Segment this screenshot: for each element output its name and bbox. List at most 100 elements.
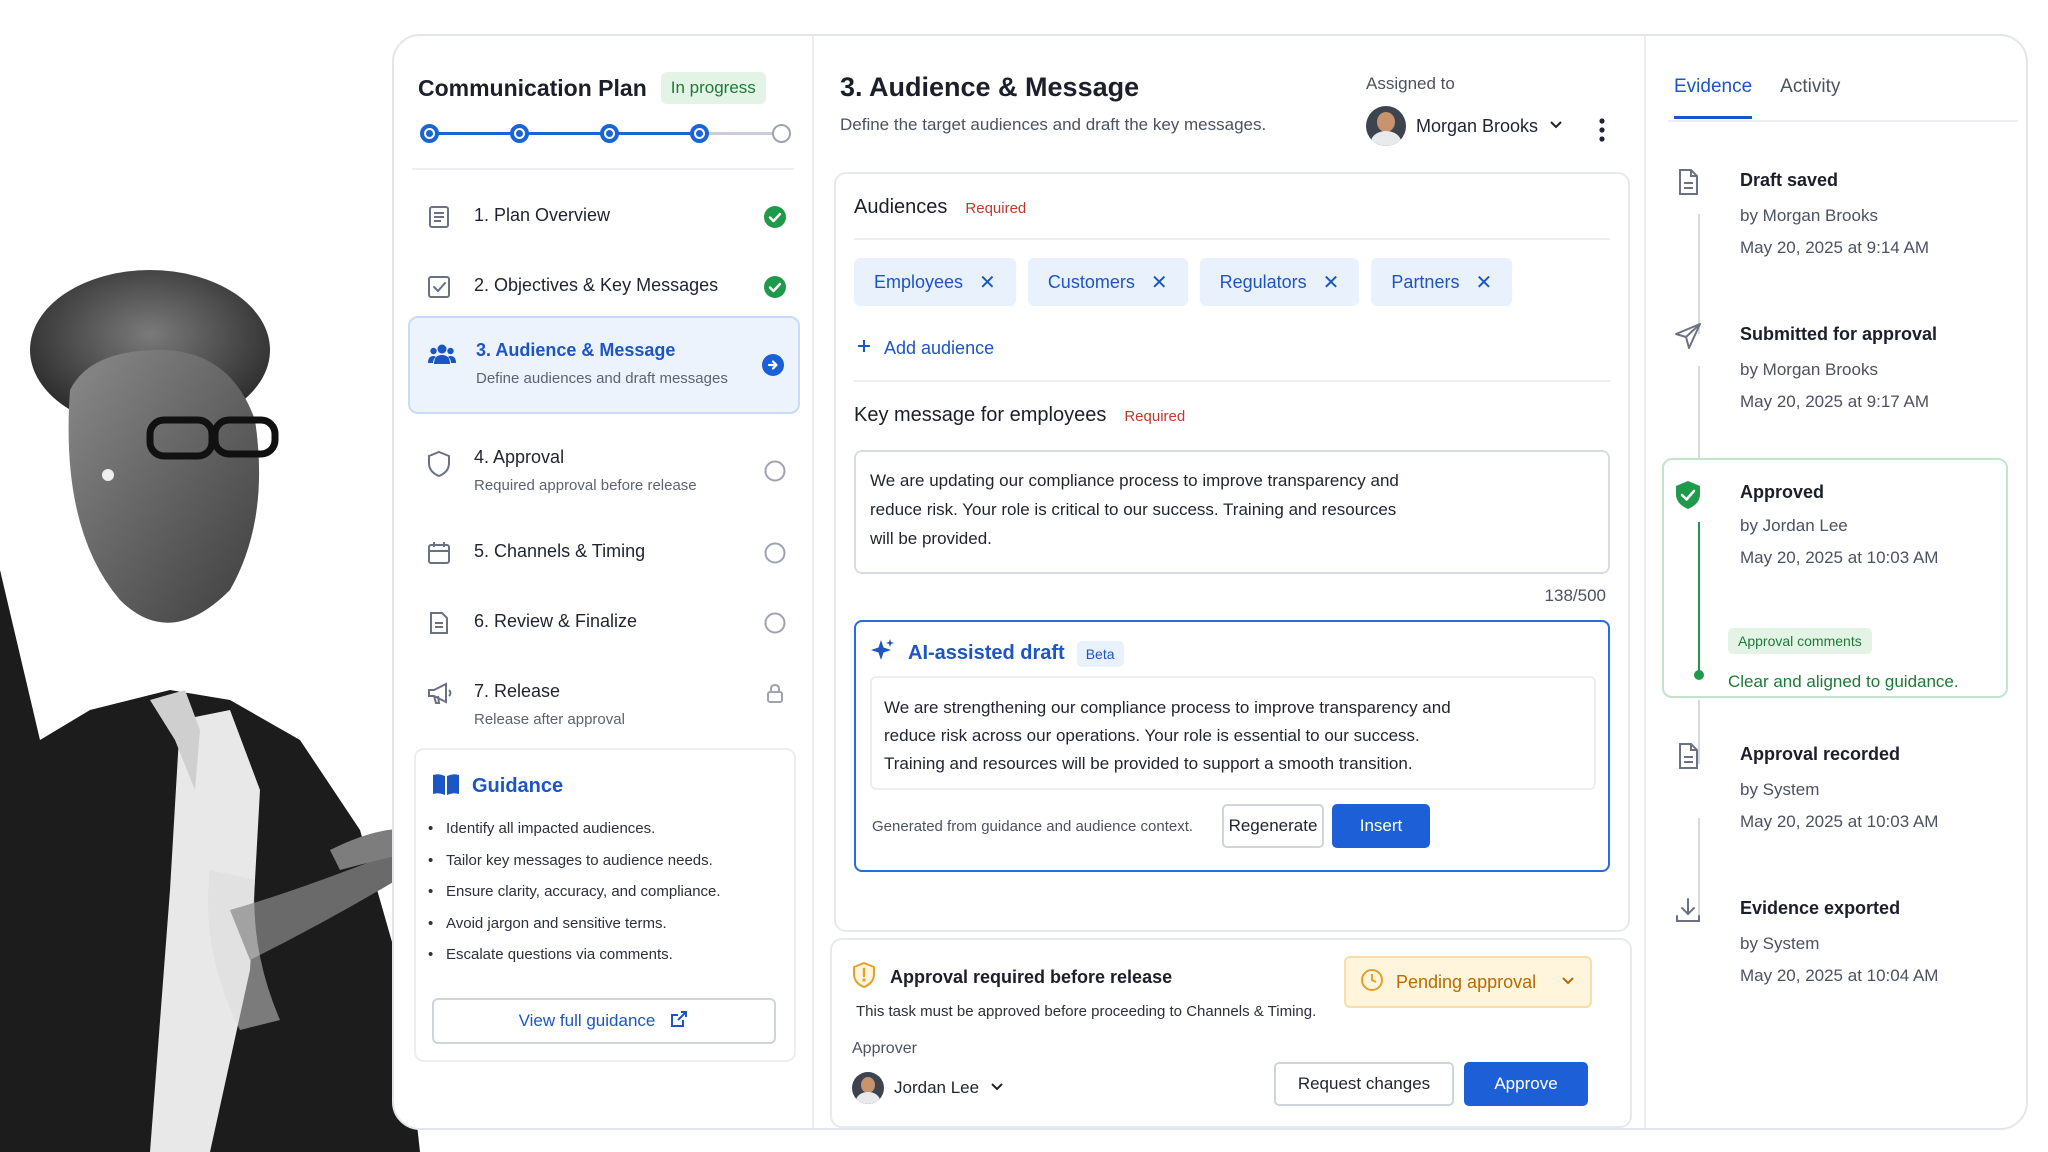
request-changes-button[interactable]: Request changes [1274, 1062, 1454, 1106]
nav-item-label: 3. Audience & Message [476, 340, 676, 360]
ai-draft-line: Training and resources will be provided … [884, 754, 1413, 773]
close-icon[interactable]: ✕ [1323, 270, 1340, 295]
nav-item-label: 5. Channels & Timing [474, 541, 646, 561]
people-icon [428, 342, 456, 368]
evidence-by: by System [1740, 780, 1820, 799]
nav-item-approval[interactable]: 4. Approval Required approval before rel… [408, 428, 800, 508]
regenerate-button[interactable]: Regenerate [1222, 804, 1324, 848]
audience-message-card: Audiences Required Employees ✕ Customers ✕… [834, 172, 1630, 932]
evidence-date: May 20, 2025 at 9:17 AM [1740, 392, 1930, 411]
evidence-panel: Evidence Activity Draft saved by Morgan … [1648, 36, 2026, 1128]
key-message-textarea[interactable]: We are updating our compliance process t… [854, 450, 1610, 574]
approver-name: Jordan Lee [894, 1078, 980, 1097]
evidence-title: Draft saved [1740, 170, 1839, 190]
evidence-by: by System [1740, 934, 1820, 953]
stepper-dot[interactable] [420, 124, 439, 143]
close-icon[interactable]: ✕ [1475, 270, 1492, 295]
document-icon [426, 610, 452, 636]
nav-item-label: 6. Review & Finalize [474, 611, 638, 631]
stage: Communication Plan In progress 1. Plan O… [0, 0, 2048, 1152]
guidance-item: Ensure clarity, accuracy, and compliance… [428, 883, 721, 915]
audience-chip[interactable]: Partners ✕ [1371, 258, 1513, 306]
evidence-date: May 20, 2025 at 10:03 AM [1740, 548, 1939, 567]
stepper-dot[interactable] [510, 124, 529, 143]
approval-status-dropdown[interactable]: Pending approval [1344, 956, 1592, 1008]
audience-chip[interactable]: Regulators ✕ [1199, 258, 1360, 306]
evidence-by: by Morgan Brooks [1740, 206, 1878, 225]
approver-label: Approver [852, 1040, 917, 1057]
stepper-dot[interactable] [600, 124, 619, 143]
nav-item-sub: Release after approval [474, 711, 625, 728]
timeline-line [1698, 522, 1700, 678]
evidence-date: May 20, 2025 at 9:14 AM [1740, 238, 1930, 257]
avatar [852, 1072, 884, 1104]
current-step-icon [762, 354, 784, 376]
plan-title: Communication Plan [418, 74, 647, 101]
main-panel: 3. Audience & Message Define the target … [816, 36, 1646, 1128]
calendar-icon [426, 540, 452, 566]
nav-item-label: 1. Plan Overview [474, 205, 611, 225]
more-options-icon[interactable] [1590, 116, 1614, 144]
chevron-down-icon [1548, 116, 1564, 137]
chip-label: Employees [874, 271, 964, 292]
plan-sidebar: Communication Plan In progress 1. Plan O… [394, 36, 814, 1128]
external-link-icon [669, 1009, 689, 1034]
stepper-dot[interactable] [690, 124, 709, 143]
tab-evidence[interactable]: Evidence [1674, 76, 1753, 119]
empty-circle-icon [764, 460, 786, 482]
section-subtitle: Define the target audiences and draft th… [840, 115, 1267, 134]
nav-item-release[interactable]: 7. Release Release after approval [408, 662, 800, 742]
add-audience-button[interactable]: Add audience [856, 338, 994, 359]
divider [854, 380, 1610, 382]
evidence-date: May 20, 2025 at 10:04 AM [1740, 966, 1939, 985]
beta-badge: Beta [1076, 640, 1124, 667]
assignee-dropdown[interactable]: Morgan Brooks [1366, 106, 1564, 146]
divider [854, 238, 1610, 240]
nav-item-sub: Define audiences and draft messages [476, 370, 728, 387]
required-label: Required [1124, 408, 1186, 425]
evidence-date: May 20, 2025 at 10:03 AM [1740, 812, 1939, 831]
divider [412, 168, 794, 170]
chip-label: Regulators [1219, 271, 1307, 292]
shield-check-icon [1674, 480, 1702, 509]
approval-title: Approval required before release [890, 967, 1173, 987]
sparkle-icon [870, 638, 896, 669]
view-full-guidance-button[interactable]: View full guidance [432, 998, 776, 1044]
evidence-title: Approved [1740, 482, 1825, 502]
ai-draft-text[interactable]: We are strengthening our compliance proc… [870, 676, 1596, 790]
approval-comments-badge: Approval comments [1728, 628, 1872, 654]
avatar [1366, 106, 1406, 146]
evidence-title: Approval recorded [1740, 744, 1901, 764]
nav-item-sub: Required approval before release [474, 477, 697, 494]
key-message-line: We are updating our compliance process t… [870, 471, 1399, 490]
document-icon [1674, 168, 1702, 196]
audience-chip[interactable]: Customers ✕ [1027, 258, 1188, 306]
audience-chip[interactable]: Employees ✕ [854, 258, 1016, 306]
nav-item-plan-overview[interactable]: 1. Plan Overview [408, 186, 800, 256]
nav-item-review-finalize[interactable]: 6. Review & Finalize [408, 592, 800, 662]
approver-dropdown[interactable]: Jordan Lee [852, 1072, 1005, 1104]
close-icon[interactable]: ✕ [1151, 270, 1168, 295]
document-icon [1674, 742, 1702, 770]
ai-draft-line: reduce risk across our operations. Your … [884, 726, 1420, 745]
tab-activity[interactable]: Activity [1780, 76, 1840, 119]
stepper-dot[interactable] [772, 124, 791, 143]
guidance-item: Identify all impacted audiences. [428, 820, 721, 852]
nav-item-audience-message[interactable]: 3. Audience & Message Define audiences a… [408, 316, 800, 414]
approval-card: Approval required before release This ta… [830, 938, 1632, 1128]
chevron-down-icon [989, 1078, 1005, 1099]
assignee-name: Morgan Brooks [1416, 115, 1539, 136]
close-icon[interactable]: ✕ [979, 270, 996, 295]
chevron-down-icon [1560, 972, 1576, 993]
stepper-line-done [428, 132, 700, 135]
section-title: 3. Audience & Message [840, 72, 1140, 102]
insert-button[interactable]: Insert [1332, 804, 1430, 848]
approve-button[interactable]: Approve [1464, 1062, 1588, 1106]
book-icon [432, 772, 460, 801]
guidance-list: Identify all impacted audiences. Tailor … [428, 820, 721, 978]
shield-icon [426, 450, 452, 478]
approval-comment-text: Clear and aligned to guidance. [1728, 672, 1959, 691]
guidance-item: Escalate questions via comments. [428, 946, 721, 978]
download-icon [1674, 896, 1702, 924]
nav-item-channels-timing[interactable]: 5. Channels & Timing [408, 522, 800, 592]
